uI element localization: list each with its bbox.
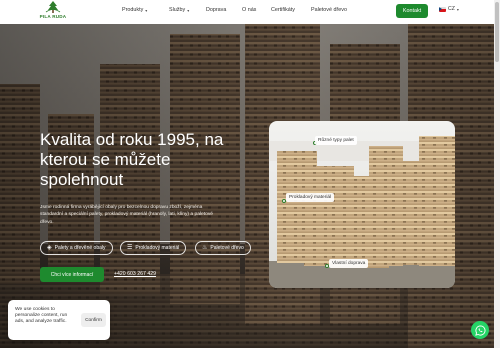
cookie-text: We use cookies to personalize content, r… — [15, 307, 68, 325]
logo[interactable]: PILA RUDA — [33, 1, 73, 23]
pallet-stack-image-card: Různé typy palet Prokladový materiál Vla… — [269, 121, 455, 288]
nav-item-label: Certifikáty — [271, 7, 295, 13]
logo-tree-icon — [45, 1, 61, 13]
pill-prokladovy-material[interactable]: ☰ Prokladový materiál — [120, 241, 187, 255]
pill-label: Prokladový materiál — [135, 245, 180, 251]
logo-text: PILA RUDA — [39, 14, 67, 19]
box-icon: ◈ — [47, 245, 52, 251]
nav-item-label: Doprava — [206, 7, 227, 13]
cookie-banner: We use cookies to personalize content, r… — [8, 300, 110, 340]
phone-link[interactable]: +420 603 267 429 — [114, 271, 156, 277]
whatsapp-icon — [474, 324, 485, 336]
nav-item-label: Produkty — [122, 7, 144, 13]
scrollbar[interactable] — [494, 0, 500, 348]
flame-icon: ♨ — [202, 245, 208, 251]
card-tag-ruzne-typy-palet: Různé typy palet — [315, 136, 357, 145]
chevron-down-icon: ▾ — [145, 7, 148, 13]
hero-title: Kvalita od roku 1995, na kterou se můžet… — [40, 130, 224, 189]
card-tag-prokladovy-material: Prokladový materiál — [286, 193, 335, 202]
nav-item-label: O nás — [242, 7, 257, 13]
pill-palety[interactable]: ◈ Palety a dřevěné obaly — [40, 241, 113, 255]
nav-item-o-nas[interactable]: O nás — [242, 7, 256, 13]
top-navbar: PILA RUDA Produkty ▾ Služby ▾ Doprava O … — [0, 0, 494, 24]
language-selector[interactable]: CZ ▾ — [439, 6, 459, 12]
nav-item-doprava[interactable]: Doprava — [206, 7, 226, 13]
hero-description: Jsme rodinná firma vyrábějící obaly pro … — [40, 205, 213, 225]
scrollbar-thumb[interactable] — [495, 2, 499, 62]
whatsapp-button[interactable] — [471, 321, 489, 339]
card-tag-vlastni-doprava: Vlastní doprava — [329, 259, 369, 268]
nav-item-certifikaty[interactable]: Certifikáty — [271, 7, 295, 13]
nav-item-paletove-drevo[interactable]: Paletové dřevo — [311, 7, 347, 13]
chevron-down-icon: ▾ — [187, 7, 190, 13]
nav-item-label: Paletové dřevo — [311, 7, 347, 13]
czech-flag-icon — [439, 6, 446, 12]
chevron-down-icon: ▾ — [456, 6, 459, 12]
pill-paletove-drevo[interactable]: ♨ Paletové dřevo — [195, 241, 251, 255]
more-info-button[interactable]: Chci více informací — [40, 267, 104, 282]
cookie-confirm-button[interactable]: Confirm — [81, 313, 106, 327]
pill-label: Paletové dřevo — [210, 245, 244, 251]
layers-icon: ☰ — [127, 245, 133, 251]
nav-item-label: Služby — [169, 7, 186, 13]
nav-item-produkty[interactable]: Produkty ▾ — [122, 7, 147, 13]
language-label: CZ — [448, 6, 455, 12]
nav-item-sluzby[interactable]: Služby ▾ — [169, 7, 189, 13]
pill-label: Palety a dřevěné obaly — [54, 245, 106, 251]
contact-button[interactable]: Kontakt — [396, 4, 428, 18]
